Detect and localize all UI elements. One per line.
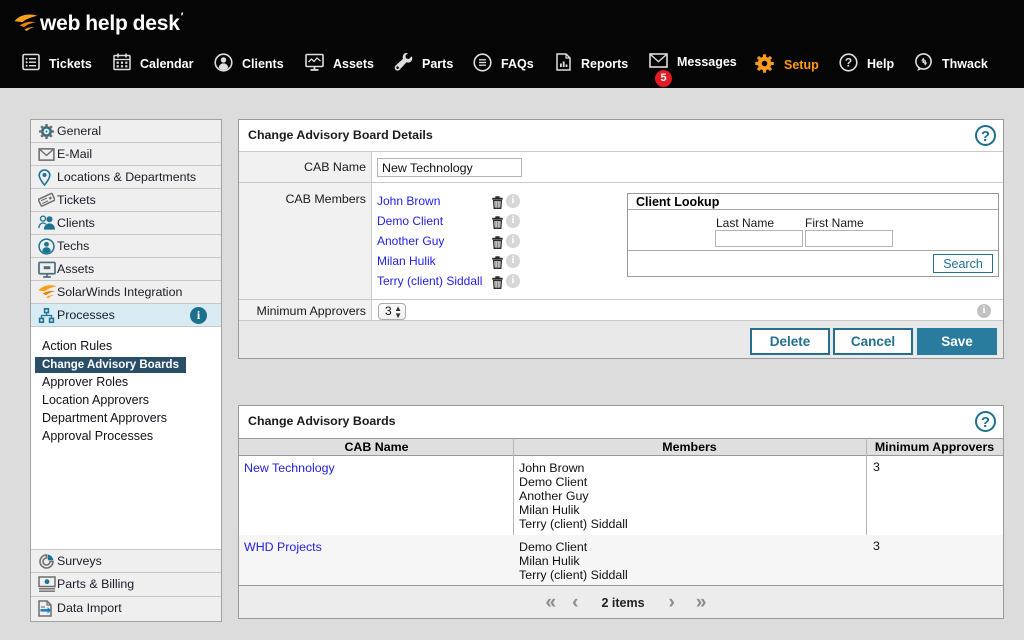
svg-text:?: ?	[845, 56, 852, 70]
